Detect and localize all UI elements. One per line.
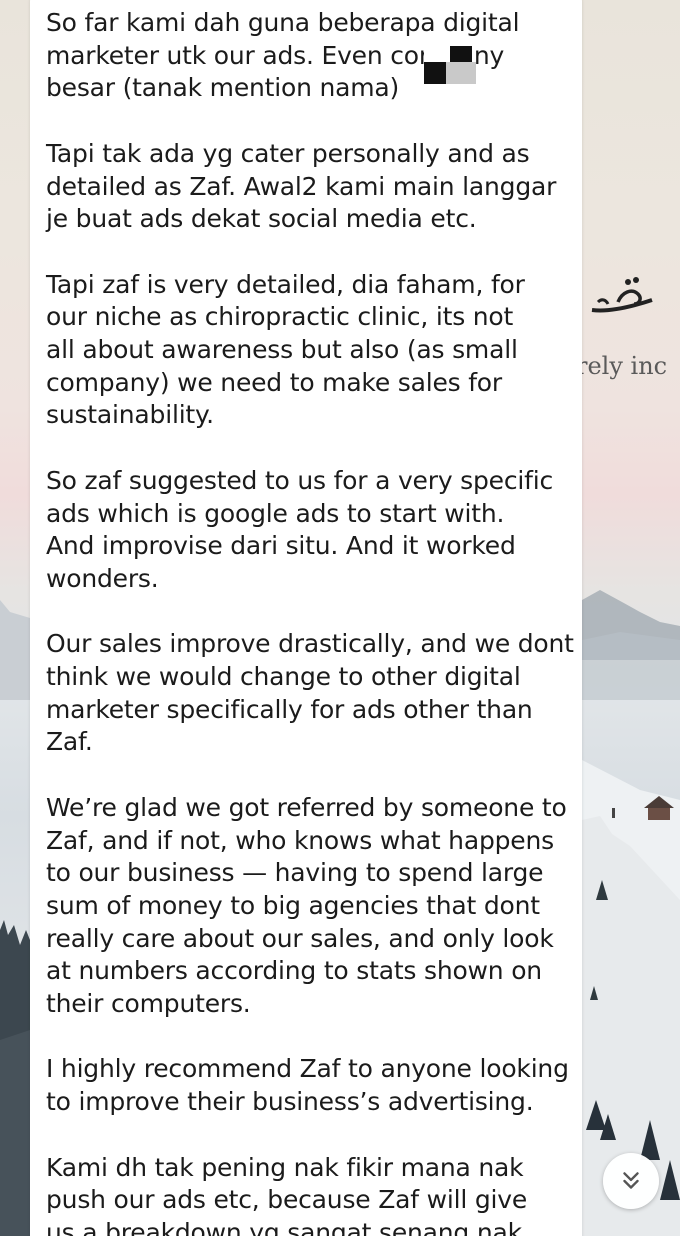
message-paragraph: Tapi tak ada yg cater personally and as … bbox=[46, 138, 557, 234]
background-text-fragment: rely inc bbox=[576, 352, 668, 380]
double-chevron-down-icon bbox=[623, 1172, 639, 1189]
message-bubble[interactable]: So far kami dah guna beberapa digital ma… bbox=[30, 0, 582, 1236]
message-paragraph: So zaf suggested to us for a very specif… bbox=[46, 465, 554, 593]
redaction-censor-block bbox=[424, 44, 476, 84]
message-paragraph: We’re glad we got referred by someone to… bbox=[46, 792, 567, 1019]
message-paragraph: Kami dh tak pening nak fikir mana nak pu… bbox=[46, 1152, 528, 1236]
scroll-to-bottom-button[interactable] bbox=[603, 1153, 659, 1209]
message-paragraph: Tapi zaf is very detailed, dia faham, fo… bbox=[46, 269, 525, 430]
arabic-calligraphy-decoration bbox=[591, 277, 653, 313]
message-paragraph: Our sales improve drastically, and we do… bbox=[46, 629, 574, 757]
message-paragraph: So far kami dah guna beberapa digital ma… bbox=[46, 8, 520, 103]
message-text: So far kami dah guna beberapa digital ma… bbox=[46, 7, 574, 1236]
message-paragraph: I highly recommend Zaf to anyone looking… bbox=[46, 1054, 569, 1117]
